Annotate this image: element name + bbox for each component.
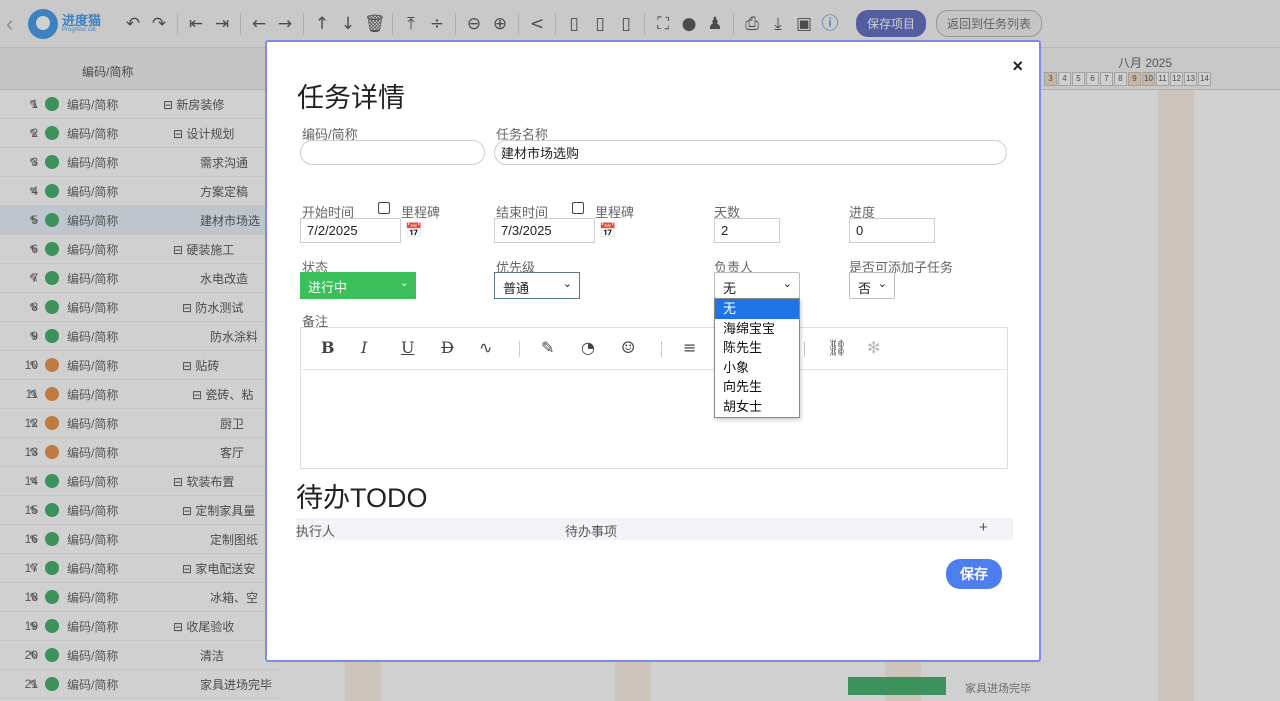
italic-icon[interactable]: I — [361, 338, 367, 357]
end-milestone-checkbox[interactable] — [572, 202, 584, 214]
start-milestone-label: 里程碑 — [401, 205, 441, 220]
todo-header: 执行人 待办事项 + — [296, 518, 1013, 540]
save-button[interactable]: 保存 — [946, 559, 1002, 589]
close-icon[interactable]: × — [1012, 56, 1023, 77]
status-select[interactable]: 进行中 ⌄ — [300, 272, 416, 299]
chevron-down-icon: ⌄ — [399, 277, 409, 289]
code-input[interactable] — [300, 140, 485, 165]
todo-col-item: 待办事项 — [565, 524, 618, 539]
underline-icon[interactable]: U — [401, 338, 414, 357]
owner-option[interactable]: 无 — [715, 299, 799, 319]
owner-dropdown: 无海绵宝宝 陈先生 小象 向先生 胡女士 — [714, 298, 800, 418]
priority-select[interactable]: 普通 ⌄ — [494, 272, 580, 299]
todo-title: 待办TODO — [296, 483, 428, 513]
unlink-icon[interactable]: ✻ — [867, 338, 880, 357]
owner-select[interactable]: 无 ⌄ — [714, 272, 800, 299]
owner-option[interactable]: 陈先生 — [715, 338, 799, 358]
editor-toolbar: B I U D ∿ ✎ ◔ ☺ ≡ ⛓ ✻ — [301, 328, 1007, 370]
divider — [661, 341, 662, 357]
start-milestone-checkbox[interactable] — [378, 202, 390, 214]
brush-icon[interactable]: ✎ — [541, 338, 554, 357]
calendar-icon[interactable]: 📅 — [599, 222, 616, 239]
divider — [804, 341, 805, 357]
calendar-icon[interactable]: 📅 — [405, 222, 422, 239]
chevron-down-icon: ⌄ — [782, 278, 792, 290]
strikethrough-icon[interactable]: D — [441, 338, 454, 357]
end-milestone-label: 里程碑 — [595, 205, 635, 220]
owner-option[interactable]: 小象 — [715, 358, 799, 378]
owner-option[interactable]: 向先生 — [715, 377, 799, 397]
end-date-input[interactable] — [494, 218, 595, 243]
task-name-input[interactable] — [494, 140, 1007, 165]
modal-title: 任务详情 — [297, 83, 405, 113]
bold-icon[interactable]: B — [321, 338, 335, 357]
palette-icon[interactable]: ◔ — [581, 338, 595, 357]
wave-icon[interactable]: ∿ — [479, 338, 492, 357]
todo-col-executor: 执行人 — [296, 524, 336, 539]
owner-value: 无 — [723, 281, 737, 296]
add-todo-icon[interactable]: + — [979, 519, 988, 536]
status-value: 进行中 — [308, 280, 348, 295]
link-icon[interactable]: ⛓ — [827, 338, 847, 357]
chevron-down-icon: ⌄ — [877, 278, 887, 290]
chevron-down-icon: ⌄ — [562, 278, 572, 290]
divider — [519, 341, 520, 357]
subtask-value: 否 — [858, 281, 872, 296]
owner-option[interactable]: 胡女士 — [715, 397, 799, 417]
owner-option[interactable]: 海绵宝宝 — [715, 319, 799, 339]
progress-input[interactable] — [849, 218, 935, 243]
emoji-icon[interactable]: ☺ — [621, 338, 635, 357]
days-input[interactable] — [714, 218, 780, 243]
subtask-select[interactable]: 否 ⌄ — [849, 272, 895, 299]
align-icon[interactable]: ≡ — [683, 338, 696, 357]
start-date-input[interactable] — [300, 218, 401, 243]
priority-value: 普通 — [503, 281, 530, 296]
notes-editor[interactable]: B I U D ∿ ✎ ◔ ☺ ≡ ⛓ ✻ — [300, 327, 1008, 469]
task-detail-modal: × 任务详情 编码/简称 任务名称 开始时间 里程碑 📅 结束时间 里程碑 📅 … — [265, 40, 1041, 662]
